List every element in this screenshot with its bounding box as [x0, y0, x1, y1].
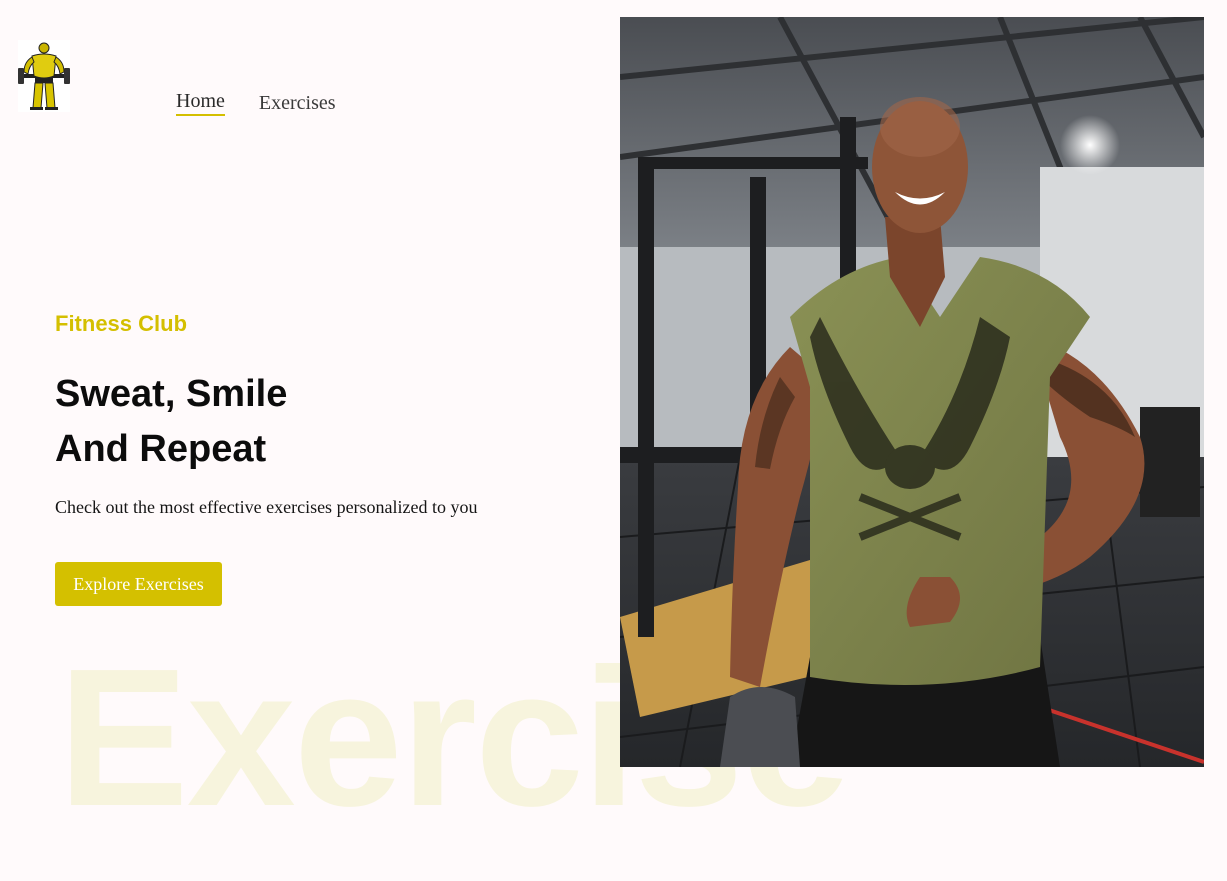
nav-home-link[interactable]: Home: [176, 90, 225, 116]
gym-photo-icon: [620, 17, 1204, 767]
main-nav: Home Exercises: [176, 90, 336, 116]
hero-gym-photo: [620, 17, 1204, 767]
hero-headline-line1: Sweat, Smile: [55, 373, 288, 415]
nav-exercises-link[interactable]: Exercises: [259, 92, 336, 116]
hero-headline-line2: And Repeat: [55, 428, 267, 470]
explore-exercises-button[interactable]: Explore Exercises: [55, 562, 222, 606]
hero-eyebrow: Fitness Club: [55, 311, 188, 336]
page: Home Exercises Exercise Fitness Club Swe…: [0, 0, 1227, 881]
hero-headline: Sweat, Smile And Repeat: [55, 367, 287, 477]
hero-subtext: Check out the most effective exercises p…: [55, 497, 478, 517]
bodybuilder-logo-icon[interactable]: [18, 40, 70, 112]
